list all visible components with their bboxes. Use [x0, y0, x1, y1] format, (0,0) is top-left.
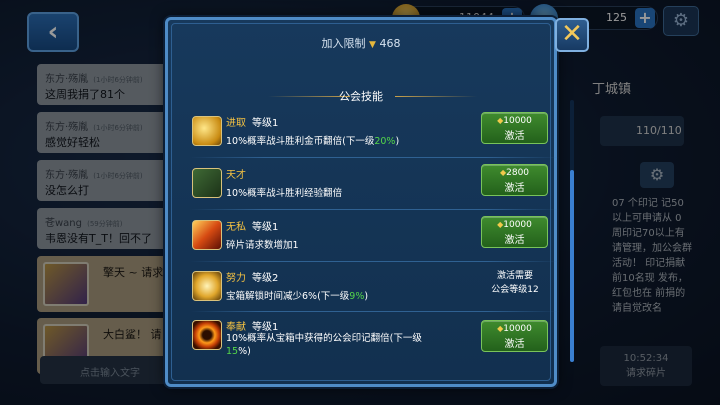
- activate-button[interactable]: ◆2800 激活: [481, 164, 548, 196]
- requirement-line1: 激活需要: [496, 271, 533, 281]
- join-limit: 加入限制 ▼ 468: [168, 35, 554, 51]
- chat-text: 韦恩没有T_T！回不了: [45, 232, 152, 245]
- activate-label: 激活: [504, 339, 525, 350]
- section-title: 公会技能: [339, 90, 383, 103]
- activate-button[interactable]: ◆10000 激活: [481, 320, 548, 352]
- request-text: 擎天 ~ 请求: [103, 266, 164, 279]
- timer-value: 10:52:34: [623, 353, 669, 364]
- skill-name: 努力: [226, 273, 246, 284]
- back-arrow-icon: ‹: [47, 17, 59, 47]
- skill-name: 奉献: [226, 322, 246, 333]
- section-divider-right: [395, 96, 477, 97]
- town-name: 丁城镇: [592, 82, 632, 97]
- chat-author: 东方·殇胤: [45, 74, 89, 85]
- trophy-icon: ▼: [369, 40, 376, 50]
- skill-name: 进取: [226, 118, 246, 129]
- chat-input[interactable]: 点击输入文字: [40, 356, 168, 384]
- chat-text: 没怎么打: [45, 184, 89, 197]
- activate-cost: 2800: [506, 168, 530, 178]
- close-button[interactable]: ✕: [555, 18, 589, 52]
- activate-button[interactable]: ◆10000 激活: [481, 216, 548, 248]
- skill-description: 10%概率战斗胜利经验翻倍: [226, 188, 343, 199]
- chat-message: 东方·殇胤 (1小时6分钟前) 这周我捐了81个: [37, 64, 167, 105]
- skill-name: 无私: [226, 222, 246, 233]
- chat-author: 苍wang: [45, 218, 82, 229]
- skill-description: 宝箱解锁时间减少6%(下一级9%): [226, 291, 369, 302]
- skill-level: 等级1: [252, 222, 279, 233]
- chat-request-card[interactable]: 擎天 ~ 请求: [37, 256, 167, 312]
- skill-level: 等级1: [252, 118, 279, 129]
- chat-time: (59分钟前): [87, 220, 123, 228]
- skill-name: 天才: [226, 170, 246, 181]
- skill-row-fengxian: 奉献 等级1 10%概率从宝箱中获得的公会印记翻倍(下一级15%) ◆10000…: [190, 314, 556, 358]
- activate-cost: 10000: [503, 324, 532, 334]
- chat-time: (1小时6分钟前): [93, 124, 143, 132]
- row-divider: [190, 311, 560, 312]
- skill-row-jinqu: 进取 等级1 10%概率战斗胜利金币翻倍(下一级20%) ◆10000 激活: [190, 110, 556, 154]
- skill-description: 10%概率战斗胜利金币翻倍(下一级20%): [226, 136, 400, 147]
- chat-text: 感觉好轻松: [45, 136, 100, 149]
- add-gem-button[interactable]: +: [635, 8, 655, 28]
- chat-message: 东方·殇胤 (1小时6分钟前) 没怎么打: [37, 160, 167, 201]
- gear-icon: ⚙: [672, 10, 690, 31]
- guild-description: 07 个印记 记50以上可申请从 0 周印记70以上有 请管理，加公会群 活动！…: [612, 198, 692, 314]
- dedication-ring-icon: [192, 320, 222, 350]
- activate-label: 激活: [504, 235, 525, 246]
- skill-row-nuli: 努力 等级2 宝箱解锁时间减少6%(下一级9%) 激活需要 公会等级12: [190, 265, 556, 309]
- talent-book-icon: [192, 168, 222, 198]
- settings-button[interactable]: ⚙: [663, 6, 699, 36]
- skill-row-tiancai: 天才 10%概率战斗胜利经验翻倍 ◆2800 激活: [190, 162, 556, 206]
- back-button[interactable]: ‹: [27, 12, 79, 52]
- chat-text: 这周我捐了81个: [45, 88, 125, 101]
- skill-description: 碎片请求数增加1: [226, 240, 299, 251]
- chat-time: (1小时6分钟前): [93, 172, 143, 180]
- skill-level: 等级1: [252, 322, 279, 333]
- activation-requirement: 激活需要 公会等级12: [480, 269, 550, 297]
- skill-level: 等级2: [252, 273, 279, 284]
- row-divider: [190, 157, 560, 158]
- avatar: [43, 262, 89, 306]
- chat-message: 东方·殇胤 (1小时6分钟前) 感觉好轻松: [37, 112, 167, 153]
- activate-label: 激活: [504, 131, 525, 142]
- guild-info-panel: 丁城镇 110/110 ⚙ 07 个印记 记50以上可申请从 0 周印记70以上…: [556, 64, 692, 394]
- request-timer[interactable]: 10:52:34 请求碎片: [600, 346, 692, 386]
- gear-icon: ⚙: [649, 165, 665, 184]
- selfless-fire-icon: [192, 220, 222, 250]
- join-limit-value: 468: [379, 37, 401, 50]
- close-icon: ✕: [561, 19, 583, 49]
- row-divider: [190, 261, 560, 262]
- request-text: 大白鲨！ 请: [103, 328, 162, 341]
- member-count: 110/110: [600, 116, 684, 146]
- skill-description: 10%概率从宝箱中获得的公会印记翻倍(下一级15%): [226, 333, 422, 357]
- guild-settings-button[interactable]: ⚙: [640, 162, 674, 188]
- timer-label: 请求碎片: [626, 368, 666, 379]
- join-limit-label: 加入限制: [321, 37, 366, 50]
- activate-button[interactable]: ◆10000 激活: [481, 112, 548, 144]
- scrollbar-thumb[interactable]: [570, 170, 574, 362]
- chat-message: 苍wang (59分钟前) 韦恩没有T_T！回不了: [37, 208, 167, 249]
- chat-time: (1小时6分钟前): [93, 76, 143, 84]
- activate-cost: 10000: [503, 116, 532, 126]
- activate-label: 激活: [504, 183, 525, 194]
- gem-value: 125: [606, 11, 627, 24]
- activate-cost: 10000: [503, 220, 532, 230]
- gold-coin-icon: [192, 116, 222, 146]
- requirement-line2: 公会等级12: [491, 285, 539, 295]
- chat-author: 东方·殇胤: [45, 122, 89, 133]
- row-divider: [190, 209, 560, 210]
- chat-panel: 东方·殇胤 (1小时6分钟前) 这周我捐了81个 东方·殇胤 (1小时6分钟前)…: [37, 64, 167, 394]
- skill-row-wusi: 无私 等级1 碎片请求数增加1 ◆10000 激活: [190, 214, 556, 258]
- chat-author: 东方·殇胤: [45, 170, 89, 181]
- clock-icon: [192, 271, 222, 301]
